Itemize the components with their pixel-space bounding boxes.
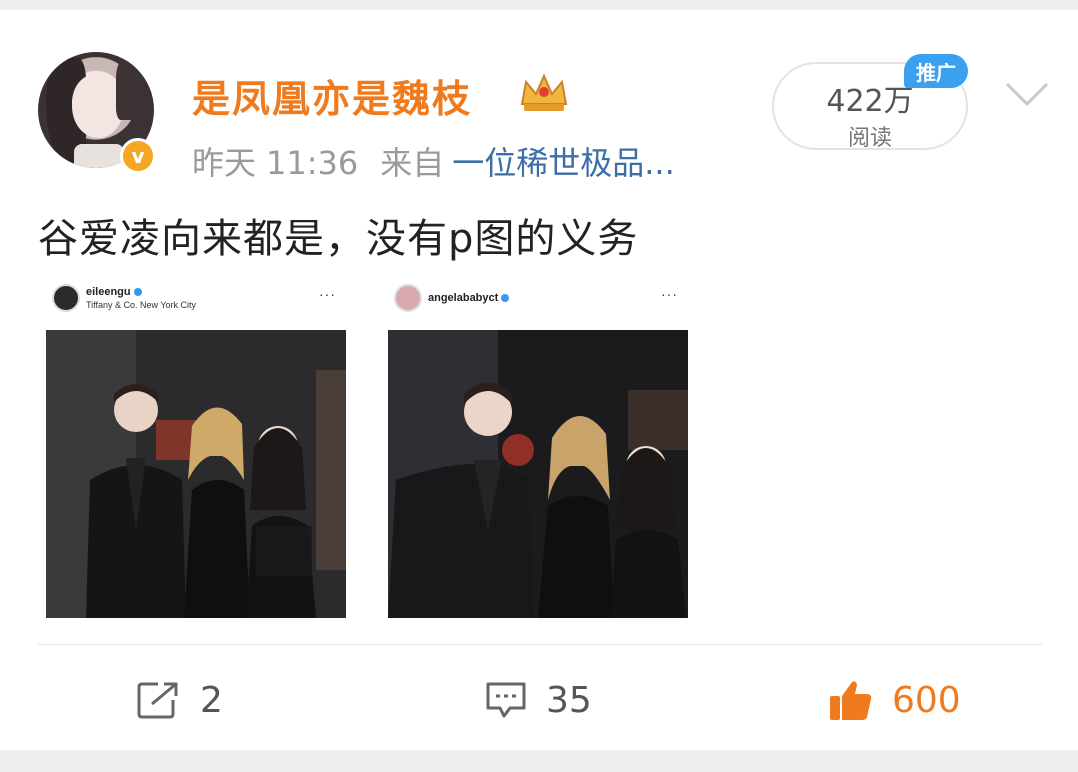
ig-header: eileengu Tiffany & Co. New York City ··· (46, 282, 346, 320)
ig-more-icon: ··· (661, 286, 678, 302)
post-text: 谷爱凌向来都是，没有p图的义务 (38, 216, 639, 262)
time-label: 昨天 (192, 144, 257, 182)
chevron-down-icon[interactable] (1004, 80, 1050, 108)
post-time: 11:36 (266, 144, 359, 182)
photo-scene (46, 330, 346, 618)
like-button[interactable]: 600 (828, 672, 961, 728)
ig-username: eileengu (86, 286, 131, 298)
views-label: 阅读 (847, 126, 892, 151)
source-link[interactable]: 一位稀世极品... (452, 144, 675, 182)
repost-icon (137, 682, 178, 719)
ig-location: Tiffany & Co. New York City (86, 300, 197, 310)
post-image-1[interactable]: eileengu Tiffany & Co. New York City ··· (46, 282, 346, 618)
post-image-2[interactable]: angelababyct ··· (388, 282, 688, 618)
ig-avatar (52, 284, 80, 312)
post-meta: 昨天 11:36 来自 一位稀世极品... (192, 138, 675, 184)
like-count: 600 (892, 679, 961, 721)
ig-more-icon: ··· (319, 286, 336, 302)
username-link[interactable]: 是凤凰亦是魏枝 (192, 68, 472, 123)
photo-scene (388, 330, 688, 618)
ig-username: angelababyct (428, 292, 499, 304)
from-label: 来自 (380, 144, 445, 182)
repost-count: 2 (200, 679, 223, 721)
promote-badge[interactable]: 推广 (904, 54, 968, 88)
ig-verified-icon (501, 294, 510, 303)
repost-button[interactable]: 2 (136, 672, 223, 728)
comment-button[interactable]: 35 (484, 672, 592, 728)
ig-verified-icon (133, 288, 142, 297)
ig-avatar (394, 284, 422, 312)
footer-divider (38, 644, 1042, 645)
crown-icon (520, 73, 568, 111)
weibo-post-card: v 是凤凰亦是魏枝 昨天 11:36 来自 一位稀世极品... 422万 阅读 推广 … (0, 10, 1078, 750)
verified-badge-icon: v (120, 138, 156, 174)
ig-header: angelababyct ··· (388, 282, 688, 320)
thumbs-up-icon (830, 681, 872, 720)
comment-icon (486, 682, 526, 718)
comment-count: 35 (546, 679, 592, 721)
